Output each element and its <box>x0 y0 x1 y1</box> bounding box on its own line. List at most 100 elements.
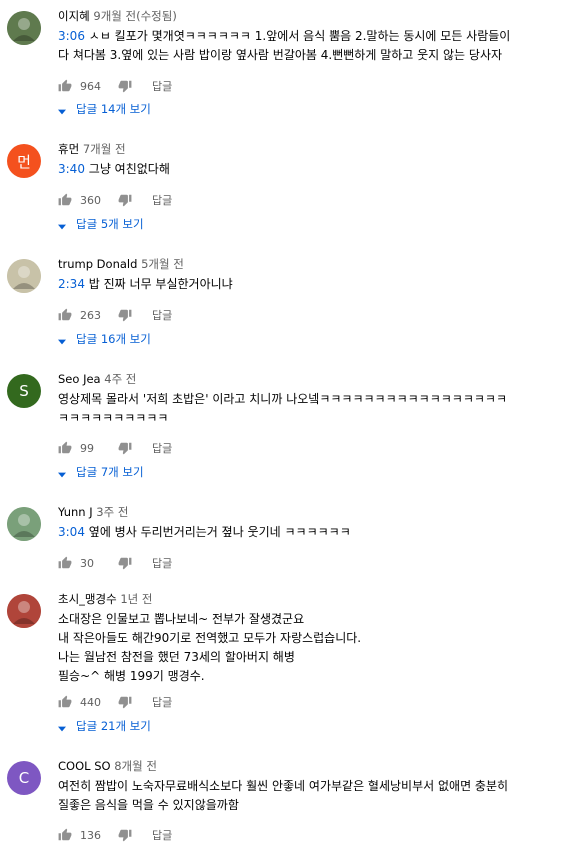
comment-line-text: 내 작은아들도 해간90기로 전역했고 모두가 자랑스럽습니다. <box>58 631 362 645</box>
chevron-down-icon <box>58 105 66 115</box>
view-replies-label: 답글 5개 보기 <box>76 217 144 231</box>
avatar[interactable] <box>7 594 41 628</box>
like-count: 964 <box>80 79 101 93</box>
author-name[interactable]: Yunn J <box>58 505 93 519</box>
comment-time[interactable]: 7개월 전 <box>83 142 126 156</box>
like-icon[interactable] <box>58 695 72 709</box>
comment-time[interactable]: 9개월 전(수정됨) <box>93 9 176 23</box>
dislike-icon[interactable] <box>118 556 132 570</box>
chevron-down-icon <box>58 468 66 478</box>
comment-line: 나는 월남전 참전을 했던 73세의 할아버지 해병 <box>58 648 576 667</box>
comment-line-text: ㅋㅋㅋㅋㅋㅋㅋㅋㅋㅋ <box>58 411 169 425</box>
comment-time[interactable]: 4주 전 <box>104 372 136 386</box>
comment-line: 2:34 밥 진짜 너무 부실한거아니냐 <box>58 275 576 294</box>
comment-header: 이지혜 9개월 전(수정됨) <box>58 8 576 24</box>
dislike-icon[interactable] <box>118 441 132 455</box>
chevron-down-icon <box>58 722 66 732</box>
reply-button[interactable]: 답글 <box>152 78 172 94</box>
comment-line-text: 다 쳐다봄 3.옆에 있는 사람 밥이랑 옆사람 번갈아봄 4.뻔뻔하게 말하고… <box>58 48 503 62</box>
like-icon[interactable] <box>58 441 72 455</box>
author-name[interactable]: trump Donald <box>58 257 137 271</box>
like-icon[interactable] <box>58 556 72 570</box>
comment-time[interactable]: 1년 전 <box>120 592 152 606</box>
author-name[interactable]: 초시_맹경수 <box>58 592 117 606</box>
comment-time[interactable]: 3주 전 <box>96 505 128 519</box>
comment-body: 휴먼 7개월 전 3:40 그냥 여친없다해 360 답글답글 5개 보기 <box>58 141 576 231</box>
comment-line: 필승~^ 해병 199기 맹경수. <box>58 667 576 686</box>
avatar[interactable]: S <box>7 374 41 408</box>
comment-line: 다 쳐다봄 3.옆에 있는 사람 밥이랑 옆사람 번갈아봄 4.뻔뻔하게 말하고… <box>58 46 576 65</box>
timestamp-link[interactable]: 3:06 <box>58 29 85 43</box>
comment-actions: 440 답글 <box>58 693 172 711</box>
comment-line-text: 영상제목 몰라서 '저희 초밥은' 이라고 치니까 나오넼ㅋㅋㅋㅋㅋㅋㅋㅋㅋㅋㅋ… <box>58 392 508 406</box>
comment-line: 3:40 그냥 여친없다해 <box>58 160 576 179</box>
dislike-icon[interactable] <box>118 79 132 93</box>
reply-button[interactable]: 답글 <box>152 440 172 456</box>
author-name[interactable]: COOL SO <box>58 759 111 773</box>
reply-button[interactable]: 답글 <box>152 192 172 208</box>
author-name[interactable]: 휴먼 <box>58 142 79 156</box>
comment-body: 이지혜 9개월 전(수정됨) 3:06 ㅅㅂ 킬포가 몇개엿ㅋㅋㅋㅋㅋㅋ 1.앞에… <box>58 8 576 116</box>
comment-line-text: 질좋은 음식을 먹을 수 있지않을까함 <box>58 798 239 812</box>
reply-button[interactable]: 답글 <box>152 694 172 710</box>
comment-text: 3:06 ㅅㅂ 킬포가 몇개엿ㅋㅋㅋㅋㅋㅋ 1.앞에서 음식 뿜음 2.말하는 … <box>58 27 576 65</box>
comment-text: 소대장은 인물보고 뽑나보네~ 전부가 잘생겼군요내 작은아들도 해간90기로 … <box>58 610 576 686</box>
comment-line: 3:06 ㅅㅂ 킬포가 몇개엿ㅋㅋㅋㅋㅋㅋ 1.앞에서 음식 뿜음 2.말하는 … <box>58 27 576 46</box>
avatar[interactable] <box>7 259 41 293</box>
reply-button[interactable]: 답글 <box>152 307 172 323</box>
view-replies-label: 답글 16개 보기 <box>76 332 151 346</box>
dislike-icon[interactable] <box>118 308 132 322</box>
reply-button[interactable]: 답글 <box>152 827 172 843</box>
comment-line-text: 여전히 짬밥이 노숙자무료배식소보다 훨씬 안좋네 여가부같은 혈세낭비부서 없… <box>58 779 509 793</box>
dislike-icon[interactable] <box>118 828 132 842</box>
like-count: 136 <box>80 828 101 842</box>
comment-line-text: 그냥 여친없다해 <box>88 162 170 176</box>
like-count: 263 <box>80 308 101 322</box>
view-replies-label: 답글 7개 보기 <box>76 465 144 479</box>
comment-header: 초시_맹경수 1년 전 <box>58 591 576 607</box>
view-replies-button[interactable]: 답글 16개 보기 <box>58 331 151 347</box>
comment-actions: 30 답글 <box>58 554 172 572</box>
comment-body: Seo Jea 4주 전영상제목 몰라서 '저희 초밥은' 이라고 치니까 나오… <box>58 371 576 479</box>
comment-line-text: ㅅㅂ 킬포가 몇개엿ㅋㅋㅋㅋㅋㅋ 1.앞에서 음식 뿜음 2.말하는 동시에 모… <box>88 29 511 43</box>
comment-time[interactable]: 5개월 전 <box>141 257 184 271</box>
avatar[interactable]: C <box>7 761 41 795</box>
comment-text: 3:04 옆에 병사 두리번거리는거 졒나 웃기네 ㅋㅋㅋㅋㅋㅋ <box>58 523 576 542</box>
dislike-icon[interactable] <box>118 193 132 207</box>
comment-actions: 99 답글 <box>58 439 172 457</box>
comment-header: 휴먼 7개월 전 <box>58 141 576 157</box>
reply-button[interactable]: 답글 <box>152 555 172 571</box>
avatar[interactable] <box>7 507 41 541</box>
view-replies-button[interactable]: 답글 14개 보기 <box>58 101 151 117</box>
comment-line: 내 작은아들도 해간90기로 전역했고 모두가 자랑스럽습니다. <box>58 629 576 648</box>
author-name[interactable]: Seo Jea <box>58 372 101 386</box>
author-name[interactable]: 이지혜 <box>58 9 90 23</box>
comment-line: 소대장은 인물보고 뽑나보네~ 전부가 잘생겼군요 <box>58 610 576 629</box>
comment-text: 영상제목 몰라서 '저희 초밥은' 이라고 치니까 나오넼ㅋㅋㅋㅋㅋㅋㅋㅋㅋㅋㅋ… <box>58 390 576 428</box>
avatar[interactable] <box>7 11 41 45</box>
like-icon[interactable] <box>58 79 72 93</box>
comment-actions: 964 답글 <box>58 77 172 95</box>
like-icon[interactable] <box>58 193 72 207</box>
dislike-icon[interactable] <box>118 695 132 709</box>
view-replies-button[interactable]: 답글 5개 보기 <box>58 216 144 232</box>
timestamp-link[interactable]: 3:40 <box>58 162 85 176</box>
comment-actions: 136 답글 <box>58 826 172 844</box>
comment-line-text: 옆에 병사 두리번거리는거 졒나 웃기네 ㅋㅋㅋㅋㅋㅋ <box>88 525 351 539</box>
comment-actions: 360 답글 <box>58 191 172 209</box>
comment-body: COOL SO 8개월 전여전히 짬밥이 노숙자무료배식소보다 훨씬 안좋네 여… <box>58 758 576 842</box>
avatar[interactable]: 먼 <box>7 144 41 178</box>
avatar-letter: S <box>19 382 29 400</box>
comment-text: 여전히 짬밥이 노숙자무료배식소보다 훨씬 안좋네 여가부같은 혈세낭비부서 없… <box>58 777 576 815</box>
timestamp-link[interactable]: 3:04 <box>58 525 85 539</box>
timestamp-link[interactable]: 2:34 <box>58 277 85 291</box>
view-replies-label: 답글 14개 보기 <box>76 102 151 116</box>
like-icon[interactable] <box>58 308 72 322</box>
like-count: 30 <box>80 556 94 570</box>
comment-header: COOL SO 8개월 전 <box>58 758 576 774</box>
view-replies-button[interactable]: 답글 7개 보기 <box>58 464 144 480</box>
like-icon[interactable] <box>58 828 72 842</box>
view-replies-button[interactable]: 답글 21개 보기 <box>58 718 151 734</box>
comment-line-text: 밥 진짜 너무 부실한거아니냐 <box>88 277 233 291</box>
comment-time[interactable]: 8개월 전 <box>114 759 157 773</box>
